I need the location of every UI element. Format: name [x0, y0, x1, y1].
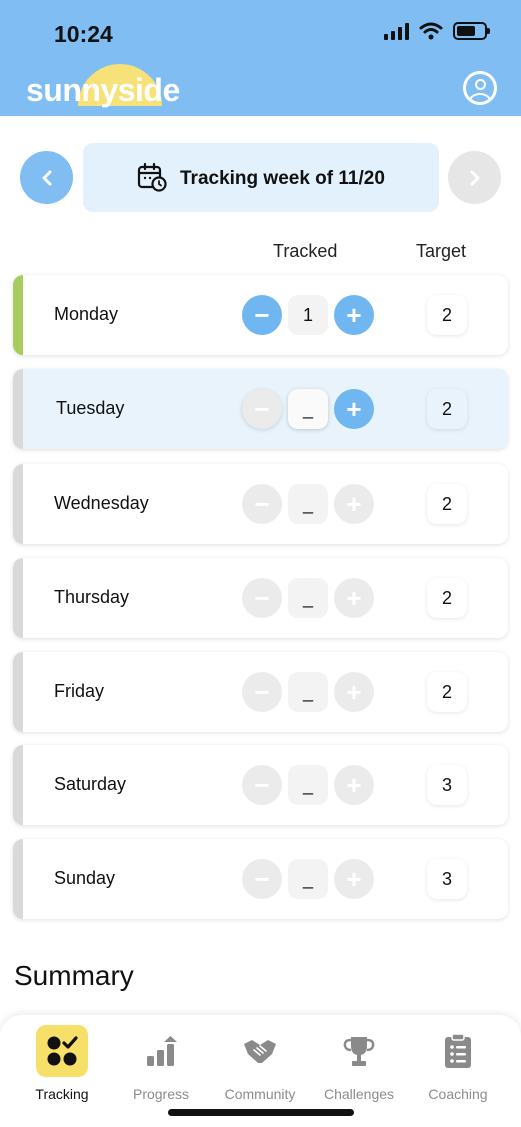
- tracked-count: 1: [288, 295, 328, 335]
- target-value: 3: [427, 765, 467, 805]
- decrement-button[interactable]: −: [242, 389, 282, 429]
- calendar-clock-icon: [137, 162, 167, 192]
- day-name: Wednesday: [54, 493, 149, 513]
- summary-title: Summary: [14, 960, 134, 991]
- signal-icon: [384, 22, 409, 40]
- tracked-stepper: − _ +: [242, 389, 374, 429]
- clipboard-icon: [432, 1025, 484, 1077]
- decrement-button[interactable]: −: [242, 484, 282, 524]
- increment-button[interactable]: +: [334, 578, 374, 618]
- decrement-button[interactable]: −: [242, 765, 282, 805]
- profile-icon[interactable]: [463, 71, 497, 105]
- tracking-grid-icon: [36, 1025, 88, 1077]
- wifi-icon: [419, 22, 443, 40]
- day-name: Sunday: [54, 868, 116, 888]
- target-value: 2: [427, 484, 467, 524]
- handshake-icon: [234, 1025, 286, 1077]
- increment-button[interactable]: +: [334, 672, 374, 712]
- day-accent-bar: [13, 275, 23, 355]
- increment-button[interactable]: +: [334, 389, 374, 429]
- increment-button[interactable]: +: [334, 859, 374, 899]
- increment-button[interactable]: +: [334, 484, 374, 524]
- day-row-monday[interactable]: Monday − 1 + 2: [13, 275, 508, 355]
- brand-name: sunnyside: [26, 72, 180, 108]
- tab-label: Challenges: [323, 1086, 395, 1102]
- week-title: Tracking week of 11/20: [180, 168, 385, 189]
- tracked-count: _: [288, 859, 328, 899]
- day-accent-bar: [13, 464, 23, 544]
- tab-label: Coaching: [428, 1086, 488, 1102]
- next-week-button[interactable]: [448, 151, 501, 204]
- status-icons: [384, 22, 490, 40]
- day-accent-bar: [13, 369, 23, 449]
- tab-community[interactable]: Community: [210, 1015, 310, 1115]
- app-logo[interactable]: sunnyside: [26, 60, 180, 108]
- tracked-stepper: − _ +: [242, 672, 374, 712]
- target-value: 2: [427, 389, 467, 429]
- tab-label: Progress: [132, 1086, 190, 1102]
- day-row-friday[interactable]: Friday − _ + 2: [13, 652, 508, 732]
- increment-button[interactable]: +: [334, 765, 374, 805]
- status-time: 10:24: [54, 21, 113, 47]
- tab-label: Tracking: [35, 1086, 89, 1102]
- tab-tracking[interactable]: Tracking: [12, 1015, 112, 1115]
- decrement-button[interactable]: −: [242, 859, 282, 899]
- tracked-column-header: Tracked: [273, 241, 338, 261]
- week-selector[interactable]: Tracking week of 11/20: [83, 143, 439, 212]
- day-name: Saturday: [54, 774, 127, 794]
- tab-coaching[interactable]: Coaching: [408, 1015, 508, 1115]
- tracked-count: _: [288, 765, 328, 805]
- tracked-count: _: [288, 389, 328, 429]
- day-accent-bar: [13, 745, 23, 825]
- home-indicator: [168, 1109, 354, 1116]
- tracked-stepper: − _ +: [242, 578, 374, 618]
- target-value: 3: [427, 859, 467, 899]
- chevron-left-icon: [42, 170, 51, 185]
- day-row-thursday[interactable]: Thursday − _ + 2: [13, 558, 508, 638]
- day-name: Tuesday: [56, 398, 125, 418]
- day-accent-bar: [13, 652, 23, 732]
- day-accent-bar: [13, 558, 23, 638]
- tracked-count: _: [288, 484, 328, 524]
- target-value: 2: [427, 295, 467, 335]
- trophy-icon: [333, 1025, 385, 1077]
- decrement-button[interactable]: −: [242, 578, 282, 618]
- day-name: Thursday: [54, 587, 130, 607]
- battery-icon: [453, 22, 490, 40]
- tracked-stepper: − _ +: [242, 484, 374, 524]
- day-accent-bar: [13, 839, 23, 919]
- app-header: 10:24 sunnyside: [0, 0, 521, 116]
- chevron-right-icon: [470, 170, 479, 185]
- previous-week-button[interactable]: [20, 151, 73, 204]
- day-name: Friday: [54, 681, 105, 701]
- target-value: 2: [427, 672, 467, 712]
- day-name: Monday: [54, 304, 119, 324]
- tab-progress[interactable]: Progress: [111, 1015, 211, 1115]
- decrement-button[interactable]: −: [242, 672, 282, 712]
- tab-challenges[interactable]: Challenges: [309, 1015, 409, 1115]
- day-row-saturday[interactable]: Saturday − _ + 3: [13, 745, 508, 825]
- day-row-sunday[interactable]: Sunday − _ + 3: [13, 839, 508, 919]
- tracked-count: _: [288, 578, 328, 618]
- bar-chart-icon: [135, 1025, 187, 1077]
- tab-label: Community: [224, 1086, 296, 1102]
- tracked-stepper: − _ +: [242, 859, 374, 899]
- tracked-count: _: [288, 672, 328, 712]
- tracked-stepper: − _ +: [242, 765, 374, 805]
- target-value: 2: [427, 578, 467, 618]
- day-row-tuesday[interactable]: Tuesday − _ + 2: [13, 369, 508, 449]
- target-column-header: Target: [416, 241, 467, 261]
- decrement-button[interactable]: −: [242, 295, 282, 335]
- increment-button[interactable]: +: [334, 295, 374, 335]
- day-row-wednesday[interactable]: Wednesday − _ + 2: [13, 464, 508, 544]
- tracked-stepper: − 1 +: [242, 295, 374, 335]
